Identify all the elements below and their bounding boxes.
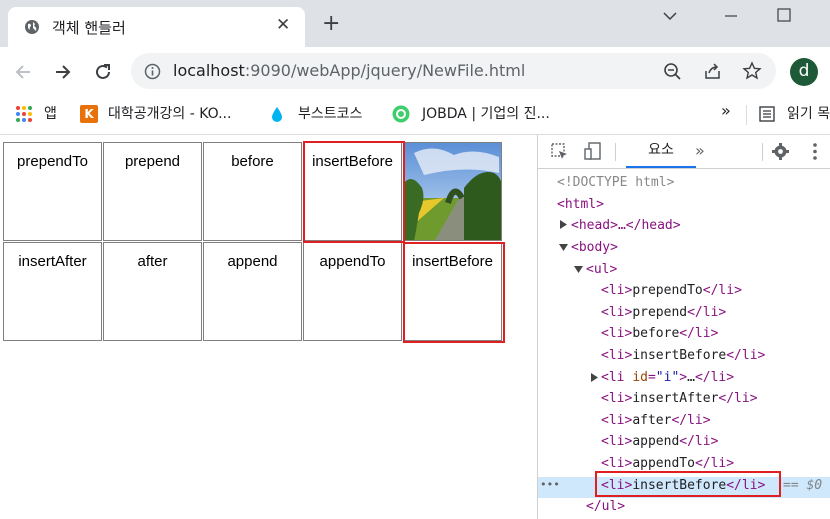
tab-elements[interactable]: 요소 [626, 135, 696, 168]
list-item-label: prependTo [17, 153, 88, 170]
li-text: insertBefore [632, 348, 727, 363]
minimize-icon[interactable] [723, 8, 739, 24]
expand-triangle-icon[interactable] [559, 220, 568, 229]
li-node[interactable]: <li>appendTo</li> [601, 456, 734, 471]
html-open-tag[interactable]: <html> [557, 197, 604, 212]
address-bar[interactable]: localhost:9090/webApp/jquery/NewFile.htm… [131, 53, 776, 89]
browser-toolbar: localhost:9090/webApp/jquery/NewFile.htm… [0, 47, 830, 97]
dollar-zero-ref: == $0 [783, 478, 823, 493]
li-text: appendTo [632, 456, 695, 471]
list-item: prependTo [3, 142, 102, 241]
list-item: after [103, 242, 202, 341]
bookmark-apps[interactable]: 앱 [44, 103, 57, 123]
devtools-panel: 요소 » <!DOCTYPE html> <html> <head>…</hea… [537, 135, 830, 519]
highlight-box [303, 141, 405, 243]
li-text: append [632, 434, 680, 449]
tab-search-chevron-icon[interactable] [662, 8, 678, 24]
devtools-toolbar: 요소 » [538, 135, 830, 169]
highlight-box [595, 471, 781, 497]
collapse-triangle-icon[interactable] [559, 243, 568, 252]
share-icon[interactable] [703, 62, 722, 81]
globe-icon [25, 20, 39, 34]
collapse-triangle-icon[interactable] [574, 265, 583, 274]
list-item-label: before [231, 153, 274, 170]
url-path: :9090/webApp/jquery/NewFile.html [244, 61, 526, 80]
url-text: localhost:9090/webApp/jquery/NewFile.htm… [173, 61, 525, 80]
li-id-value: "i" [655, 370, 680, 385]
li-node[interactable]: <li>prependTo</li> [601, 283, 742, 298]
list-item-label: after [137, 253, 168, 270]
close-tab-icon[interactable]: ✕ [276, 15, 290, 35]
list-item: insertAfter [3, 242, 102, 341]
kocw-logo-icon: K [80, 105, 98, 123]
browser-tab[interactable]: 객체 핸들러 ✕ [8, 7, 305, 47]
li-text: before [632, 326, 680, 341]
bookmarks-bar: 앱 K 대학공개강의 - KO... 부스트코스 JOBDA | 기업의 진..… [0, 97, 830, 135]
li-node[interactable]: <li>after</li> [601, 413, 711, 428]
new-tab-button[interactable]: + [322, 12, 340, 36]
reading-list-icon [759, 106, 775, 122]
list-item: before [203, 142, 302, 241]
settings-gear-icon[interactable] [771, 142, 790, 161]
li-text: insertAfter [632, 391, 719, 406]
tab-title: 객체 핸들러 [52, 19, 126, 37]
bookmark-kocw[interactable]: 대학공개강의 - KO... [108, 103, 231, 123]
device-toolbar-icon[interactable] [583, 141, 603, 161]
devtools-divider [762, 143, 763, 161]
bookmarks-overflow-chevron[interactable]: » [721, 101, 731, 120]
apps-grid-icon [16, 106, 32, 122]
list-item-image [403, 142, 502, 241]
bookmark-star-icon[interactable] [742, 61, 762, 81]
node-actions-dots[interactable]: ••• [540, 478, 560, 491]
list-item: append [203, 242, 302, 341]
profile-avatar[interactable]: d [790, 58, 818, 86]
inspect-element-icon[interactable] [550, 142, 569, 161]
zoom-icon[interactable] [663, 62, 682, 81]
li-id-node[interactable]: <li id="i">…</li> [601, 370, 734, 385]
list-item-label: appendTo [319, 253, 386, 270]
bookmark-reading-list[interactable]: 읽기 목 [787, 103, 830, 123]
url-host: localhost [173, 61, 245, 80]
list-item: appendTo [303, 242, 402, 341]
doctype-line: <!DOCTYPE html> [557, 175, 675, 190]
forward-arrow-icon[interactable] [52, 61, 74, 83]
kebab-menu-icon[interactable] [810, 142, 820, 161]
li-node[interactable]: <li>insertAfter</li> [601, 391, 758, 406]
list-item-label: insertAfter [18, 253, 87, 270]
devtools-divider [615, 143, 616, 161]
li-text: prependTo [632, 283, 703, 298]
head-node[interactable]: <head>…</head> [571, 218, 681, 233]
bookmark-boostcourse[interactable]: 부스트코스 [298, 103, 362, 123]
li-node[interactable]: <li>prepend</li> [601, 305, 726, 320]
li-id-attr: id [632, 370, 648, 385]
page-viewport: prependTo prepend before insertBefore in… [0, 135, 536, 519]
li-text: prepend [632, 305, 688, 320]
body-open-tag[interactable]: <body> [571, 240, 618, 255]
jobda-logo-icon [392, 105, 410, 123]
reload-icon[interactable] [92, 61, 114, 83]
more-tabs-chevron[interactable]: » [695, 141, 705, 160]
list-item-label: prepend [124, 153, 181, 170]
highlight-box [403, 242, 505, 343]
boostcourse-drop-icon [272, 107, 282, 122]
bookmarks-divider [746, 105, 747, 125]
landscape-image [404, 143, 501, 240]
back-arrow-icon[interactable] [12, 61, 34, 83]
site-info-icon[interactable] [144, 63, 161, 80]
list-item: prepend [103, 142, 202, 241]
tab-strip: 객체 핸들러 ✕ + [0, 0, 830, 47]
list-item-label: append [227, 253, 278, 270]
li-node[interactable]: <li>insertBefore</li> [601, 348, 765, 363]
bookmark-jobda[interactable]: JOBDA | 기업의 진... [422, 103, 550, 123]
li-text: after [632, 413, 672, 428]
li-node[interactable]: <li>before</li> [601, 326, 718, 341]
li-node[interactable]: <li>append</li> [601, 434, 718, 449]
ul-close-tag[interactable]: </ul> [586, 499, 625, 514]
ul-open-tag[interactable]: <ul> [586, 262, 617, 277]
maximize-icon[interactable] [776, 7, 792, 23]
expand-triangle-icon[interactable] [590, 373, 599, 382]
